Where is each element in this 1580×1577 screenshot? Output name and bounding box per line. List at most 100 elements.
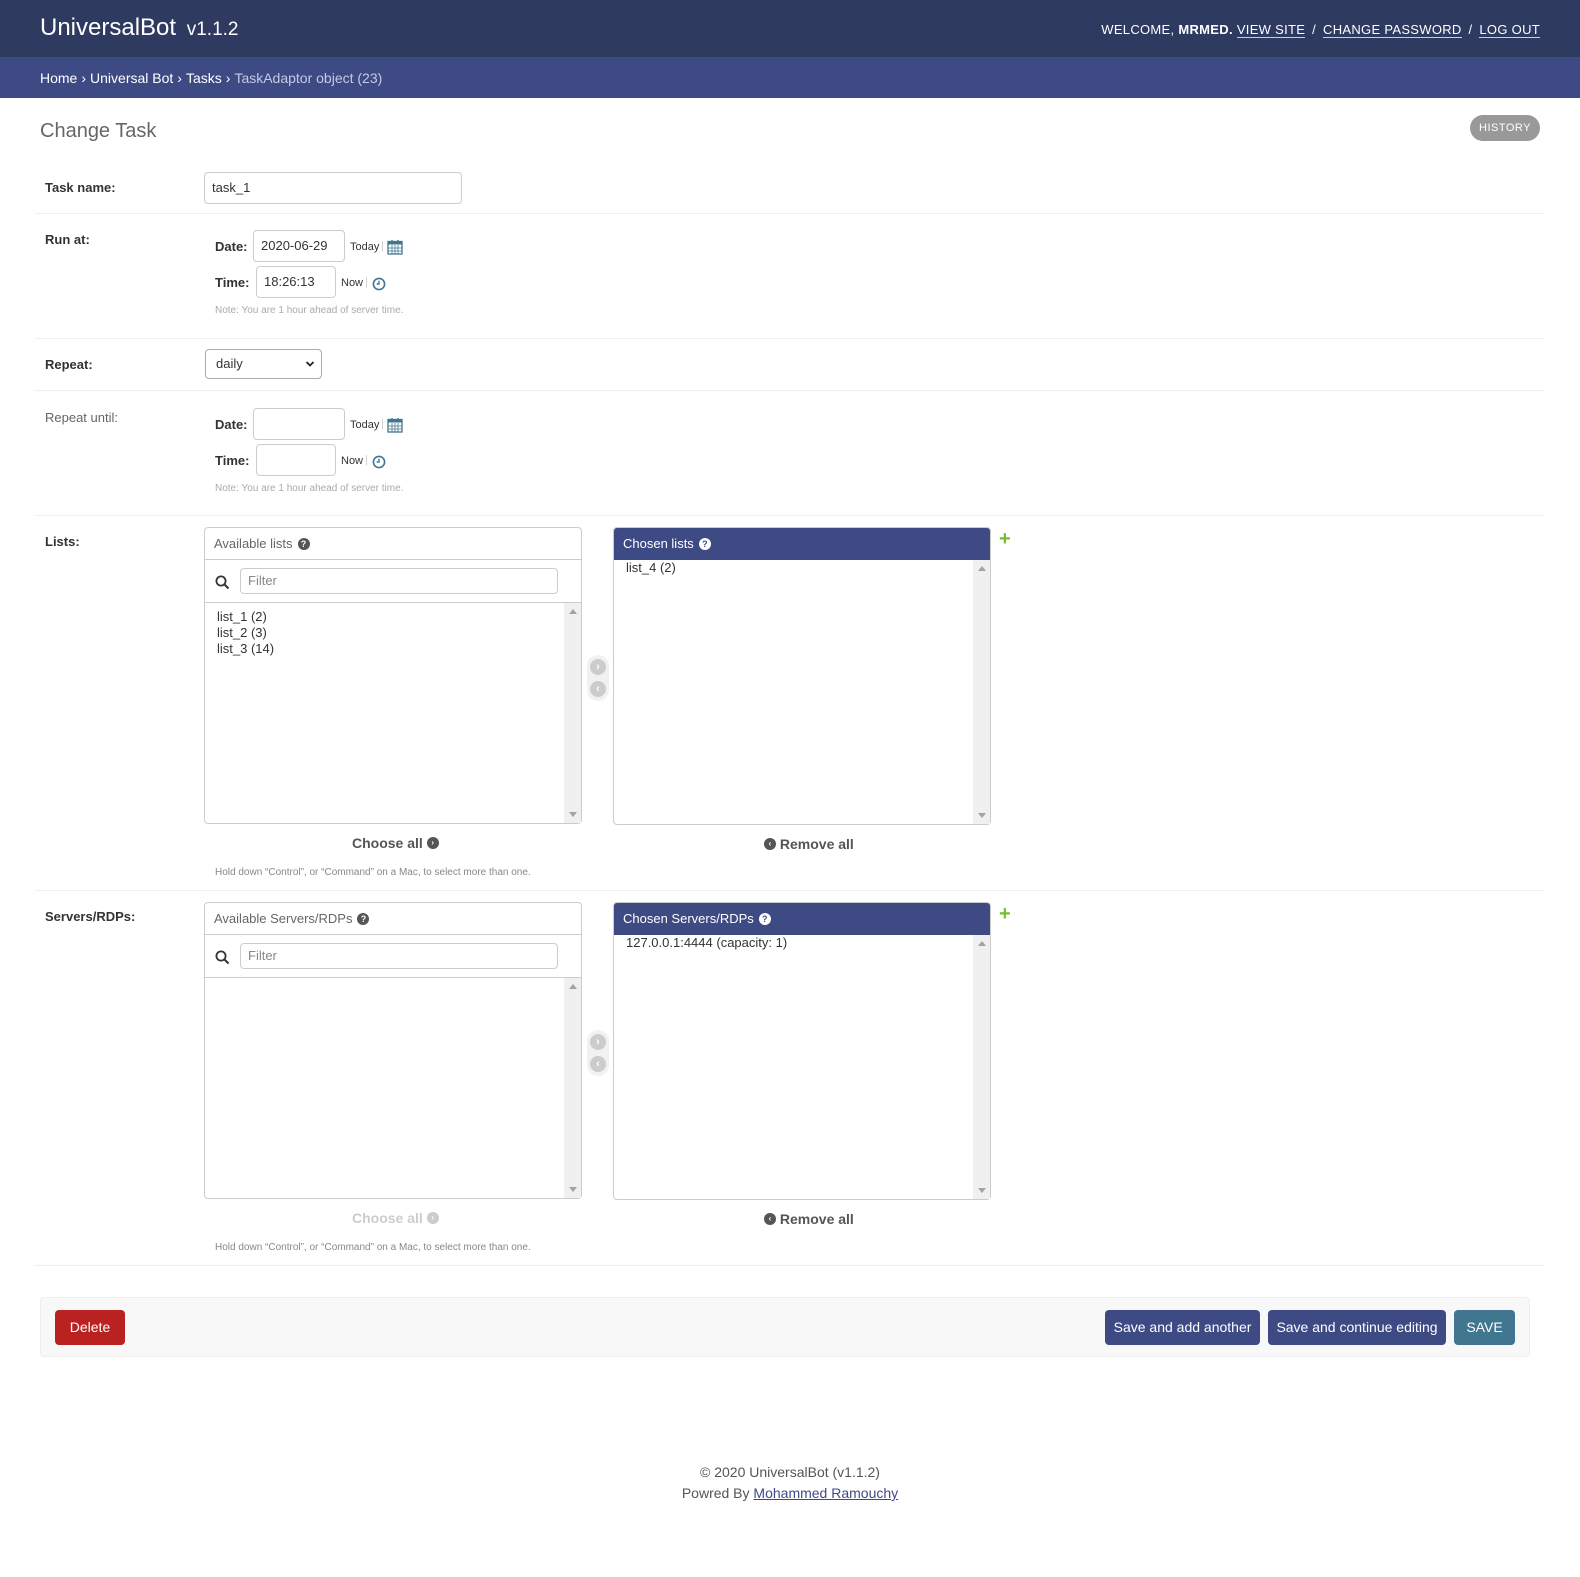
- page-title: Change Task: [40, 120, 157, 142]
- lists-choose-all-button[interactable]: Choose all ›: [352, 835, 439, 851]
- available-lists-title-text: Available lists: [214, 536, 293, 551]
- change-password-link[interactable]: CHANGE PASSWORD: [1323, 22, 1462, 38]
- repeat-until-date-label: Date:: [215, 417, 248, 432]
- separator: /: [1312, 22, 1317, 37]
- breadcrumb-universal-bot[interactable]: Universal Bot: [90, 70, 173, 86]
- search-icon: [215, 950, 230, 968]
- list-item[interactable]: list_4 (2): [626, 560, 676, 576]
- chosen-lists-box: Chosen lists? list_4 (2): [613, 527, 991, 825]
- run-at-time-label: Time:: [215, 275, 250, 290]
- list-item[interactable]: 127.0.0.1:4444 (capacity: 1): [626, 935, 787, 951]
- chosen-lists-select[interactable]: list_4 (2): [626, 560, 676, 576]
- scrollbar[interactable]: [564, 603, 581, 823]
- chosen-servers-select[interactable]: 127.0.0.1:4444 (capacity: 1): [626, 935, 787, 951]
- help-icon: ?: [297, 537, 310, 550]
- separator: /: [1468, 22, 1473, 37]
- add-icon[interactable]: +: [999, 529, 1011, 549]
- divider: [35, 890, 1545, 891]
- repeat-until-time-input[interactable]: [256, 444, 336, 476]
- lists-help-text: Hold down “Control”, or “Command” on a M…: [215, 867, 531, 878]
- repeat-selected-value: daily: [216, 356, 243, 371]
- filter-row: Filter: [205, 935, 581, 978]
- view-site-link[interactable]: VIEW SITE: [1236, 22, 1306, 38]
- author-link[interactable]: Mohammed Ramouchy: [753, 1485, 898, 1501]
- username: MRMED.: [1178, 22, 1233, 37]
- repeat-until-now-link[interactable]: Now: [341, 455, 363, 467]
- save-and-continue-button[interactable]: Save and continue editing: [1268, 1310, 1446, 1345]
- submit-row: Delete Save and add another Save and con…: [40, 1297, 1530, 1357]
- search-icon: [215, 575, 230, 593]
- arrow-left-icon[interactable]: ‹: [590, 681, 606, 697]
- scrollbar[interactable]: [973, 935, 990, 1199]
- arrow-right-icon[interactable]: ›: [590, 659, 606, 675]
- chosen-servers-title: Chosen Servers/RDPs?: [614, 903, 990, 935]
- remove-all-label: Remove all: [779, 1211, 854, 1227]
- servers-choose-all-button[interactable]: Choose all ›: [352, 1210, 439, 1226]
- divider: [35, 1265, 1545, 1266]
- divider: [35, 338, 1545, 339]
- clock-icon[interactable]: [372, 455, 386, 472]
- list-item[interactable]: list_3 (14): [217, 641, 274, 657]
- help-icon: ?: [758, 912, 771, 925]
- timezone-note: Note: You are 1 hour ahead of server tim…: [215, 483, 404, 494]
- move-buttons: › ‹: [587, 1030, 609, 1076]
- repeat-until-date-input[interactable]: [253, 408, 345, 440]
- available-servers-title: Available Servers/RDPs?: [205, 903, 581, 935]
- timezone-note: Note: You are 1 hour ahead of server tim…: [215, 305, 404, 316]
- arrow-left-icon: ‹: [764, 1213, 776, 1226]
- copyright-text: © 2020 UniversalBot (v1.1.2): [700, 1464, 880, 1480]
- arrow-right-icon[interactable]: ›: [590, 1034, 606, 1050]
- servers-help-text: Hold down “Control”, or “Command” on a M…: [215, 1242, 531, 1253]
- choose-all-label: Choose all: [352, 835, 423, 851]
- calendar-icon[interactable]: [387, 417, 403, 436]
- save-button[interactable]: SAVE: [1454, 1310, 1515, 1345]
- repeat-label: Repeat:: [45, 357, 93, 372]
- log-out-link[interactable]: LOG OUT: [1479, 22, 1540, 38]
- run-at-now-link[interactable]: Now: [341, 277, 363, 289]
- run-at-date-input[interactable]: 2020-06-29: [253, 230, 345, 262]
- separator: |: [365, 276, 368, 288]
- divider: [35, 213, 1545, 214]
- chevron-down-icon: [305, 350, 315, 388]
- arrow-right-icon: ›: [426, 837, 439, 850]
- lists-filter-input[interactable]: Filter: [240, 568, 558, 594]
- available-servers-box: Available Servers/RDPs? Filter: [204, 902, 582, 1199]
- site-brand[interactable]: UniversalBot v1.1.2: [40, 14, 239, 42]
- list-item[interactable]: list_1 (2): [217, 609, 274, 625]
- calendar-icon[interactable]: [387, 239, 403, 258]
- add-icon[interactable]: +: [999, 904, 1011, 924]
- lists-remove-all-button[interactable]: ‹ Remove all: [764, 836, 854, 852]
- servers-filter-input[interactable]: Filter: [240, 943, 558, 969]
- breadcrumb: Home › Universal Bot › Tasks › TaskAdaptor obj…: [0, 57, 1580, 98]
- separator: |: [365, 454, 368, 466]
- servers-remove-all-button[interactable]: ‹ Remove all: [764, 1211, 854, 1227]
- brand-version: v1.1.2: [186, 19, 239, 40]
- brand-name[interactable]: UniversalBot: [40, 14, 176, 41]
- run-at-today-link[interactable]: Today: [350, 241, 379, 253]
- chosen-servers-box: Chosen Servers/RDPs? 127.0.0.1:4444 (cap…: [613, 902, 991, 1200]
- move-buttons: › ‹: [587, 655, 609, 701]
- chosen-lists-title-text: Chosen lists: [623, 536, 694, 551]
- clock-icon[interactable]: [372, 277, 386, 294]
- delete-button[interactable]: Delete: [55, 1310, 125, 1345]
- choose-all-label: Choose all: [352, 1210, 423, 1226]
- run-at-time-input[interactable]: 18:26:13: [256, 266, 336, 298]
- save-and-add-another-button[interactable]: Save and add another: [1105, 1310, 1260, 1345]
- list-item[interactable]: list_2 (3): [217, 625, 274, 641]
- arrow-right-icon: ›: [426, 1212, 439, 1225]
- scrollbar[interactable]: [973, 560, 990, 824]
- available-lists-select[interactable]: list_1 (2) list_2 (3) list_3 (14): [217, 609, 274, 657]
- separator: |: [381, 418, 384, 430]
- arrow-left-icon[interactable]: ‹: [590, 1056, 606, 1072]
- breadcrumb-home[interactable]: Home: [40, 70, 77, 86]
- available-lists-box: Available lists? Filter list_1 (2) list_…: [204, 527, 582, 824]
- scrollbar[interactable]: [564, 978, 581, 1198]
- powered-by-label: Powred By: [681, 1485, 750, 1501]
- task-name-input[interactable]: task_1: [204, 172, 462, 204]
- repeat-select[interactable]: daily: [205, 349, 322, 379]
- repeat-until-today-link[interactable]: Today: [350, 419, 379, 431]
- available-servers-title-text: Available Servers/RDPs: [214, 911, 353, 926]
- available-lists-title: Available lists?: [205, 528, 581, 560]
- breadcrumb-tasks[interactable]: Tasks: [186, 70, 222, 86]
- history-button[interactable]: HISTORY: [1470, 115, 1540, 141]
